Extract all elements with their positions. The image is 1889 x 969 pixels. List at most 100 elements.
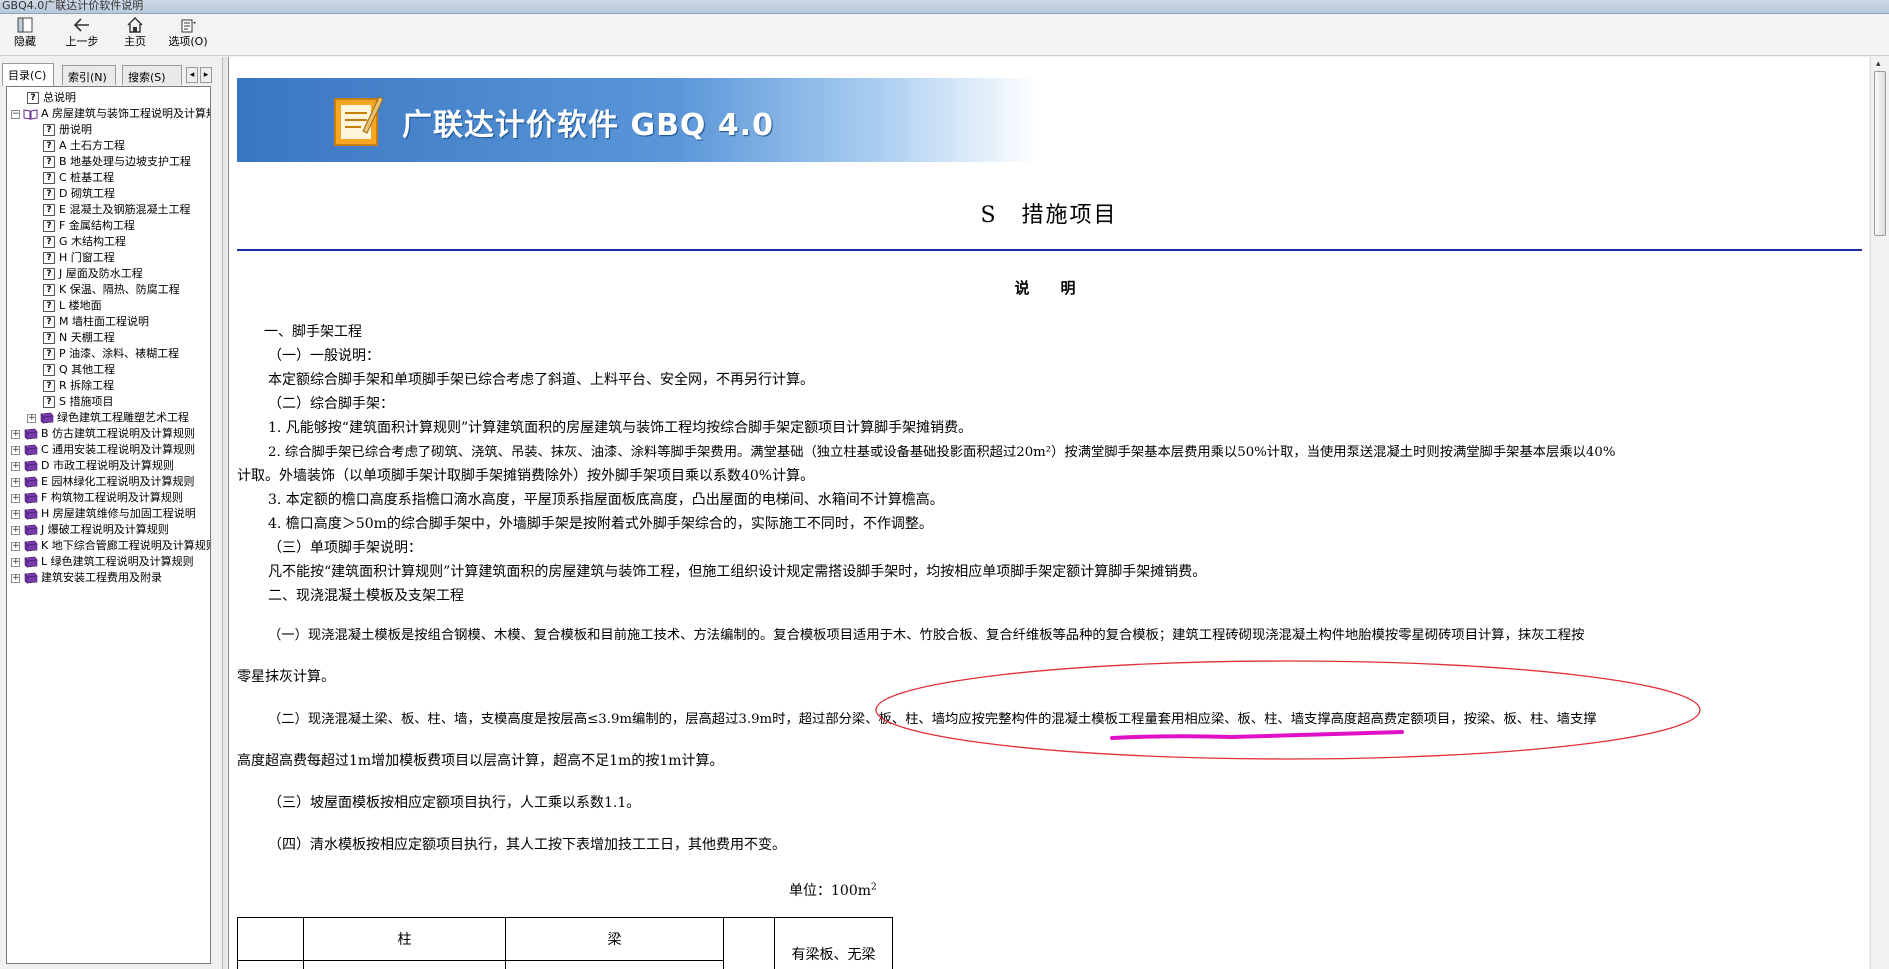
section-subtitle: 说 明 — [1014, 279, 1084, 297]
tree-item[interactable]: ? P 油漆、涂料、裱糊工程 — [7, 346, 207, 362]
document-view: 广联达计价软件 GBQ 4.0 S 措施项目 说 明 一、脚手架工程 （一）一般… — [228, 57, 1869, 969]
tree-item[interactable]: ? M 墙柱面工程说明 — [7, 314, 207, 330]
tree-item[interactable]: ? J 屋面及防水工程 — [7, 266, 207, 282]
help-page-icon: ? — [43, 156, 55, 168]
options-icon — [181, 19, 196, 33]
closed-book-icon — [24, 428, 38, 440]
home-icon — [127, 17, 143, 33]
tree-item-label: D 砌筑工程 — [59, 187, 115, 200]
help-page-icon: ? — [43, 364, 55, 376]
expand-icon[interactable]: + — [11, 478, 20, 487]
tree-item[interactable]: + F 构筑物工程说明及计算规则 — [7, 490, 207, 506]
tree-item-label: B 地基处理与边坡支护工程 — [59, 155, 192, 168]
expand-icon[interactable]: + — [11, 510, 20, 519]
tree-item[interactable]: ? R 拆除工程 — [7, 378, 207, 394]
unit-label: 单位：100m2 — [789, 880, 877, 900]
expand-icon[interactable]: + — [11, 542, 20, 551]
expand-icon[interactable]: + — [11, 526, 20, 535]
tab-scroll-left-icon[interactable]: ◂ — [186, 67, 198, 83]
tree-item[interactable]: − A 房屋建筑与装饰工程说明及计算规则 — [7, 106, 210, 122]
scroll-up-arrow-icon[interactable]: ▴ — [1876, 59, 1881, 69]
tree-item[interactable]: ? A 土石方工程 — [7, 138, 207, 154]
help-page-icon: ? — [43, 316, 55, 328]
tree-item[interactable]: ? C 桩基工程 — [7, 170, 207, 186]
tree-item[interactable]: ? N 天棚工程 — [7, 330, 207, 346]
title-divider — [237, 249, 1862, 251]
tree-item-label: K 保温、隔热、防腐工程 — [59, 283, 180, 296]
tree-item[interactable]: ? 册说明 — [7, 122, 207, 138]
tree-item[interactable]: ? H 门窗工程 — [7, 250, 207, 266]
pane-splitter[interactable] — [222, 57, 227, 969]
document-vertical-scrollbar[interactable]: ▴ — [1870, 57, 1889, 969]
tree-item[interactable]: + E 园林绿化工程说明及计算规则 — [7, 474, 207, 490]
expand-icon[interactable]: + — [11, 558, 20, 567]
tree-item-label: E 混凝土及钢筋混凝土工程 — [59, 203, 191, 216]
paragraph: （三）坡屋面模板按相应定额项目执行，人工乘以系数1.1。 — [268, 795, 641, 811]
expand-icon[interactable]: + — [11, 494, 20, 503]
tab-scroll-right-icon[interactable]: ▸ — [200, 67, 212, 83]
tree-item[interactable]: + J 爆破工程说明及计算规则 — [7, 522, 207, 538]
tree-item[interactable]: + D 市政工程说明及计算规则 — [7, 458, 207, 474]
tab-search[interactable]: 搜索(S) — [122, 65, 182, 85]
tree-item[interactable]: ? B 地基处理与边坡支护工程 — [7, 154, 207, 170]
tree-item-label: F 构筑物工程说明及计算规则 — [41, 491, 183, 504]
tree-item[interactable]: ? G 木结构工程 — [7, 234, 207, 250]
unit-text: 单位：100m — [789, 883, 871, 899]
tab-index[interactable]: 索引(N) — [62, 65, 116, 85]
help-page-icon: ? — [43, 252, 55, 264]
paragraph: 一、脚手架工程 — [264, 324, 362, 340]
hide-label: 隐藏 — [14, 35, 36, 48]
tree-item-label: C 通用安装工程说明及计算规则 — [41, 443, 196, 456]
paragraph: 高度超高费每超过1m增加模板费项目以层高计算，超高不足1m的按1m计算。 — [237, 753, 724, 769]
tree-item-label: L 绿色建筑工程说明及计算规则 — [41, 555, 194, 568]
tree-item[interactable]: ? F 金属结构工程 — [7, 218, 207, 234]
tree-item[interactable]: + 建筑安装工程费用及附录 — [7, 570, 207, 586]
tree-item[interactable]: ? D 砌筑工程 — [7, 186, 207, 202]
tree-list: ? 总说明 − A 房屋建筑与装饰工程说明及计算规则? 册说明? A 土石方工程? B 地基… — [7, 90, 210, 586]
tree-item[interactable]: + C 通用安装工程说明及计算规则 — [7, 442, 207, 458]
tree-item[interactable]: + H 房屋建筑维修与加固工程说明 — [7, 506, 207, 522]
toolbar: 隐藏 上一步 主页 选项(O) — [0, 14, 1889, 56]
table-header-slab: 有梁板、无梁 — [774, 917, 893, 969]
expand-icon[interactable]: + — [27, 414, 36, 423]
tree-item-label: N 天棚工程 — [59, 331, 115, 344]
options-label: 选项(O) — [168, 35, 208, 48]
home-button[interactable]: 主页 — [120, 16, 150, 54]
hide-pane-icon — [17, 17, 33, 33]
back-label: 上一步 — [65, 35, 99, 48]
paragraph: （一）现浇混凝土模板是按组合钢模、木模、复合模板和目前施工技术、方法编制的。复合… — [268, 628, 1585, 643]
expand-icon[interactable]: + — [11, 462, 20, 471]
tree-item[interactable]: ? Q 其他工程 — [7, 362, 207, 378]
closed-book-icon — [24, 460, 38, 472]
tree-item[interactable]: + B 仿古建筑工程说明及计算规则 — [7, 426, 207, 442]
expand-icon[interactable]: + — [11, 446, 20, 455]
tree-item[interactable]: + K 地下综合管廊工程说明及计算规则 — [7, 538, 210, 554]
closed-book-icon — [40, 412, 54, 424]
hide-button[interactable]: 隐藏 — [8, 16, 42, 54]
labor-table: 柱 梁 有梁板、无梁 — [237, 917, 893, 969]
tree-item[interactable]: + L 绿色建筑工程说明及计算规则 — [7, 554, 207, 570]
options-button[interactable]: 选项(O) — [165, 16, 211, 54]
expand-icon[interactable]: + — [11, 574, 20, 583]
collapse-icon[interactable]: − — [11, 110, 20, 119]
contents-tree[interactable]: ? 总说明 − A 房屋建筑与装饰工程说明及计算规则? 册说明? A 土石方工程? B 地基… — [6, 86, 211, 964]
tree-item[interactable]: + 绿色建筑工程雕塑艺术工程 — [7, 410, 207, 426]
help-page-icon: ? — [43, 396, 55, 408]
tree-item[interactable]: ? 总说明 — [7, 90, 207, 106]
tree-item-label: K 地下综合管廊工程说明及计算规则 — [41, 539, 211, 552]
tree-item-label: E 园林绿化工程说明及计算规则 — [41, 475, 195, 488]
arrow-left-icon — [73, 18, 89, 32]
back-button[interactable]: 上一步 — [60, 16, 104, 54]
tab-contents[interactable]: 目录(C) — [2, 63, 54, 86]
tree-item[interactable]: ? E 混凝土及钢筋混凝土工程 — [7, 202, 207, 218]
closed-book-icon — [24, 572, 38, 584]
expand-icon[interactable]: + — [11, 430, 20, 439]
tree-item[interactable]: ? S 措施项目 — [7, 394, 207, 410]
tree-item[interactable]: ? K 保温、隔热、防腐工程 — [7, 282, 207, 298]
paragraph: 2. 综合脚手架已综合考虑了砌筑、浇筑、吊装、抹灰、油漆、涂料等脚手架费用。满堂… — [268, 445, 1616, 460]
tree-item[interactable]: ? L 楼地面 — [7, 298, 207, 314]
paragraph: 3. 本定额的檐口高度系指檐口滴水高度，平屋顶系指屋面板底高度，凸出屋面的电梯间… — [268, 492, 944, 508]
scrollbar-thumb[interactable] — [1874, 71, 1886, 236]
tree-item-label: L 楼地面 — [59, 299, 102, 312]
window-titlebar: GBQ4.0广联达计价软件说明 — [0, 0, 1889, 14]
